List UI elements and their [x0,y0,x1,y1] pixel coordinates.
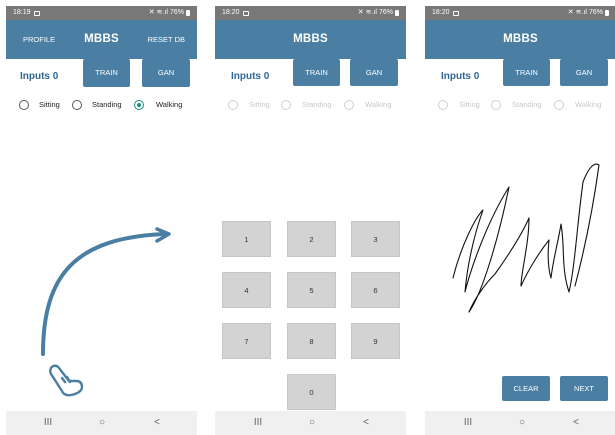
mute-icon: ✕ [357,9,364,16]
key-4[interactable]: 4 [222,272,271,308]
home-icon[interactable]: ○ [302,411,322,435]
radio-standing[interactable] [281,100,291,110]
key-7[interactable]: 7 [222,323,271,359]
curved-arrow-icon [41,232,166,356]
gan-button[interactable]: GAN [350,59,398,86]
home-icon[interactable]: ○ [92,411,112,435]
back-icon[interactable]: < [566,411,586,435]
radio-label-sitting: Sitting [249,100,270,109]
system-nav-bar: III ○ < [215,411,406,435]
train-button[interactable]: TRAIN [293,59,340,86]
app-title: MBBS [293,33,328,45]
gesture-canvas[interactable] [6,6,197,435]
next-button[interactable]: NEXT [560,376,608,401]
key-3[interactable]: 3 [351,221,400,257]
recents-icon[interactable]: III [38,411,58,435]
gallery-icon [242,10,249,16]
screenshot-stage: 18:19 ✕ ≋.ıl 76% MBBS PROFILE RESET DB I… [0,0,615,435]
activity-radio-group: Sitting Standing Walking [215,98,406,112]
back-icon[interactable]: < [147,411,167,435]
key-1[interactable]: 1 [222,221,271,257]
home-icon[interactable]: ○ [512,411,532,435]
clear-button[interactable]: CLEAR [502,376,550,401]
radio-sitting[interactable] [228,100,238,110]
key-5[interactable]: 5 [287,272,336,308]
app-bar: MBBS [215,20,406,59]
inputs-row: Inputs 0 TRAIN GAN [215,59,406,95]
phone-screen-record: 18:19 ✕ ≋.ıl 76% MBBS PROFILE RESET DB I… [6,6,197,435]
key-9[interactable]: 9 [351,323,400,359]
radio-walking[interactable] [344,100,354,110]
phone-screen-signature: 18:20 ✕ ≋.ıl 76% MBBS Inputs 0 TRAIN GAN… [425,6,615,435]
radio-label-standing: Standing [302,100,332,109]
radio-label-walking: Walking [365,100,392,109]
swipe-hand-icon [49,364,84,397]
status-bar: 18:20 ✕ ≋.ıl 76% [215,6,406,20]
key-8[interactable]: 8 [287,323,336,359]
key-2[interactable]: 2 [287,221,336,257]
status-time: 18:20 [222,9,240,16]
key-0[interactable]: 0 [287,374,336,410]
signature-stroke [452,163,600,313]
system-nav-bar: III ○ < [6,411,197,435]
recents-icon[interactable]: III [248,411,268,435]
phone-screen-keypad: 18:20 ✕ ≋.ıl 76% MBBS Inputs 0 TRAIN GAN… [215,6,406,435]
battery-icon [395,10,399,16]
battery-percent: 76% [378,9,393,16]
inputs-count-label: Inputs 0 [231,71,270,82]
back-icon[interactable]: < [356,411,376,435]
key-6[interactable]: 6 [351,272,400,308]
drawing-canvas[interactable] [425,6,615,435]
system-nav-bar: III ○ < [425,411,615,435]
signal-icon: ≋.ıl [365,9,377,16]
recents-icon[interactable]: III [458,411,478,435]
